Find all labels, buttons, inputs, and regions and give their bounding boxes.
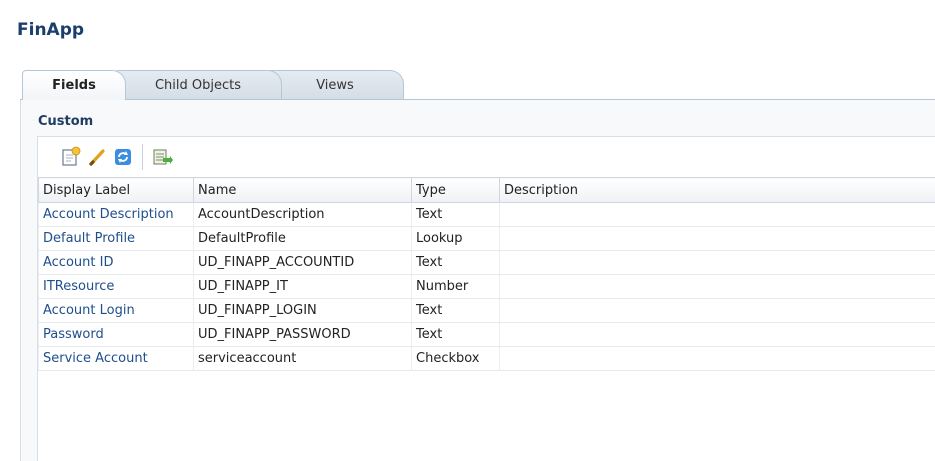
display-label-cell[interactable]: Service Account bbox=[38, 346, 194, 371]
display-label-cell[interactable]: Default Profile bbox=[38, 226, 194, 251]
table-row[interactable]: Password UD_FINAPP_PASSWORD Text bbox=[38, 322, 935, 347]
name-cell: AccountDescription bbox=[193, 202, 412, 227]
name-cell: serviceaccount bbox=[193, 346, 412, 371]
section-title: Custom bbox=[38, 114, 94, 129]
name-cell: UD_FINAPP_LOGIN bbox=[193, 298, 412, 323]
display-label-cell[interactable]: ITResource bbox=[38, 274, 194, 299]
tab-child-objects[interactable]: Child Objects bbox=[114, 70, 282, 99]
column-header-type[interactable]: Type bbox=[411, 177, 500, 203]
type-cell: Text bbox=[411, 322, 500, 347]
toolbar bbox=[38, 137, 935, 177]
type-cell: Text bbox=[411, 298, 500, 323]
type-cell: Number bbox=[411, 274, 500, 299]
display-label-cell[interactable]: Password bbox=[38, 322, 194, 347]
description-cell bbox=[499, 346, 935, 371]
fields-table: Display Label Name Type Description Acco… bbox=[38, 177, 935, 371]
description-cell bbox=[499, 226, 935, 251]
tab-views[interactable]: Views bbox=[266, 70, 404, 99]
description-cell bbox=[499, 202, 935, 227]
table-row[interactable]: Account ID UD_FINAPP_ACCOUNTID Text bbox=[38, 250, 935, 275]
display-label-cell[interactable]: Account ID bbox=[38, 250, 194, 275]
type-cell: Text bbox=[411, 202, 500, 227]
app-title: FinApp bbox=[17, 20, 85, 40]
create-icon[interactable] bbox=[58, 144, 84, 170]
tab-bar: Views Child Objects Fields bbox=[20, 70, 935, 100]
edit-icon[interactable] bbox=[84, 144, 110, 170]
name-cell: DefaultProfile bbox=[193, 226, 412, 251]
display-label-cell[interactable]: Account Login bbox=[38, 298, 194, 323]
table-row[interactable]: Default Profile DefaultProfile Lookup bbox=[38, 226, 935, 251]
type-cell: Lookup bbox=[411, 226, 500, 251]
table-row[interactable]: Account Description AccountDescription T… bbox=[38, 202, 935, 227]
type-cell: Text bbox=[411, 250, 500, 275]
description-cell bbox=[499, 298, 935, 323]
display-label-cell[interactable]: Account Description bbox=[38, 202, 194, 227]
table-row[interactable]: Account Login UD_FINAPP_LOGIN Text bbox=[38, 298, 935, 323]
table-row[interactable]: Service Account serviceaccount Checkbox bbox=[38, 346, 935, 371]
tab-fields[interactable]: Fields bbox=[22, 70, 126, 100]
description-cell bbox=[499, 322, 935, 347]
type-cell: Checkbox bbox=[411, 346, 500, 371]
refresh-icon[interactable] bbox=[110, 144, 136, 170]
column-header-name[interactable]: Name bbox=[193, 177, 412, 203]
table-row[interactable]: ITResource UD_FINAPP_IT Number bbox=[38, 274, 935, 299]
name-cell: UD_FINAPP_ACCOUNTID bbox=[193, 250, 412, 275]
toolbar-separator bbox=[142, 144, 143, 170]
column-header-display-label[interactable]: Display Label bbox=[38, 177, 194, 203]
name-cell: UD_FINAPP_IT bbox=[193, 274, 412, 299]
table-header-row: Display Label Name Type Description bbox=[38, 177, 935, 203]
fields-panel: Custom Display Label Name Type Descripti… bbox=[20, 100, 935, 461]
custom-fields-region: Display Label Name Type Description Acco… bbox=[37, 136, 935, 461]
description-cell bbox=[499, 250, 935, 275]
name-cell: UD_FINAPP_PASSWORD bbox=[193, 322, 412, 347]
column-header-description[interactable]: Description bbox=[499, 177, 935, 203]
export-icon[interactable] bbox=[149, 144, 175, 170]
description-cell bbox=[499, 274, 935, 299]
